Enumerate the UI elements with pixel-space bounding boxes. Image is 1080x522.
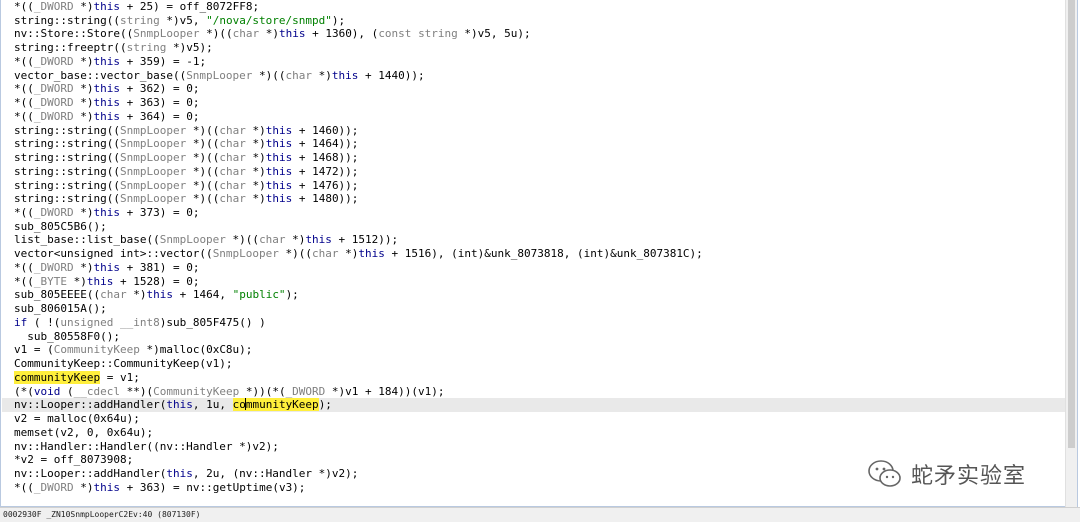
code-line[interactable]: memset(v2, 0, 0x64u); xyxy=(14,426,1064,440)
code-line[interactable]: *((_DWORD *)this + 373) = 0; xyxy=(14,206,1064,220)
code-line[interactable]: *((_DWORD *)this + 363) = 0; xyxy=(14,96,1064,110)
code-line[interactable]: sub_805C5B6(); xyxy=(14,220,1064,234)
code-line[interactable]: sub_805EEEE((char *)this + 1464, "public… xyxy=(14,288,1064,302)
code-line[interactable]: string::freeptr((string *)v5); xyxy=(14,41,1064,55)
code-line[interactable]: CommunityKeep::CommunityKeep(v1); xyxy=(14,357,1064,371)
scrollbar-thumb[interactable] xyxy=(1068,0,1075,448)
code-line[interactable]: string::string((SnmpLooper *)((char *)th… xyxy=(14,137,1064,151)
code-line[interactable]: *((_DWORD *)this + 25) = off_8072FF8; xyxy=(14,0,1064,14)
code-line[interactable]: nv::Handler::Handler((nv::Handler *)v2); xyxy=(14,440,1064,454)
code-line[interactable]: if ( !(unsigned __int8)sub_805F475() ) xyxy=(14,316,1064,330)
code-line[interactable]: string::string((SnmpLooper *)((char *)th… xyxy=(14,124,1064,138)
code-line[interactable]: list_base::list_base((SnmpLooper *)((cha… xyxy=(14,233,1064,247)
code-line[interactable]: *((_DWORD *)this + 362) = 0; xyxy=(14,82,1064,96)
code-line[interactable]: string::string((SnmpLooper *)((char *)th… xyxy=(14,151,1064,165)
code-line[interactable]: *((_DWORD *)this + 364) = 0; xyxy=(14,110,1064,124)
code-line[interactable]: sub_80558F0(); xyxy=(14,330,1064,344)
code-line[interactable]: string::string((SnmpLooper *)((char *)th… xyxy=(14,179,1064,193)
code-line[interactable]: *((_BYTE *)this + 1528) = 0; xyxy=(14,275,1064,289)
code-line[interactable]: string::string((string *)v5, "/nova/stor… xyxy=(14,14,1064,28)
code-line[interactable]: nv::Store::Store((SnmpLooper *)((char *)… xyxy=(14,27,1064,41)
code-line[interactable]: vector<unsigned int>::vector((SnmpLooper… xyxy=(14,247,1064,261)
vertical-scrollbar[interactable] xyxy=(1065,0,1077,507)
code-line[interactable]: *((_DWORD *)this + 359) = -1; xyxy=(14,55,1064,69)
watermark-text: 蛇矛实验室 xyxy=(911,464,1027,489)
code-line[interactable]: sub_806015A(); xyxy=(14,302,1064,316)
code-line[interactable]: *((_DWORD *)this + 381) = 0; xyxy=(14,261,1064,275)
wechat-icon xyxy=(868,460,901,487)
code-line[interactable]: v2 = malloc(0x64u); xyxy=(14,412,1064,426)
current-code-line[interactable]: nv::Looper::addHandler(this, 1u, communi… xyxy=(2,398,1068,413)
watermark: 蛇矛实验室 xyxy=(867,454,1026,494)
code-area[interactable]: *((_DWORD *)this + 25) = off_8072FF8; str… xyxy=(2,0,1068,494)
code-line[interactable]: string::string((SnmpLooper *)((char *)th… xyxy=(14,192,1064,206)
code-line[interactable]: vector_base::vector_base((SnmpLooper *)(… xyxy=(14,69,1064,83)
code-line[interactable]: (*(void (__cdecl **)(CommunityKeep *))(*… xyxy=(14,385,1064,399)
pseudocode-view[interactable]: *((_DWORD *)this + 25) = off_8072FF8; str… xyxy=(0,0,1078,507)
code-line[interactable]: communityKeep = v1; xyxy=(14,370,1064,385)
code-line[interactable]: string::string((SnmpLooper *)((char *)th… xyxy=(14,165,1064,179)
status-bar: 0002930F _ZN10SnmpLooperC2Ev:40 (807130F… xyxy=(0,507,1080,522)
code-line[interactable]: v1 = (CommunityKeep *)malloc(0xC8u); xyxy=(14,343,1064,357)
